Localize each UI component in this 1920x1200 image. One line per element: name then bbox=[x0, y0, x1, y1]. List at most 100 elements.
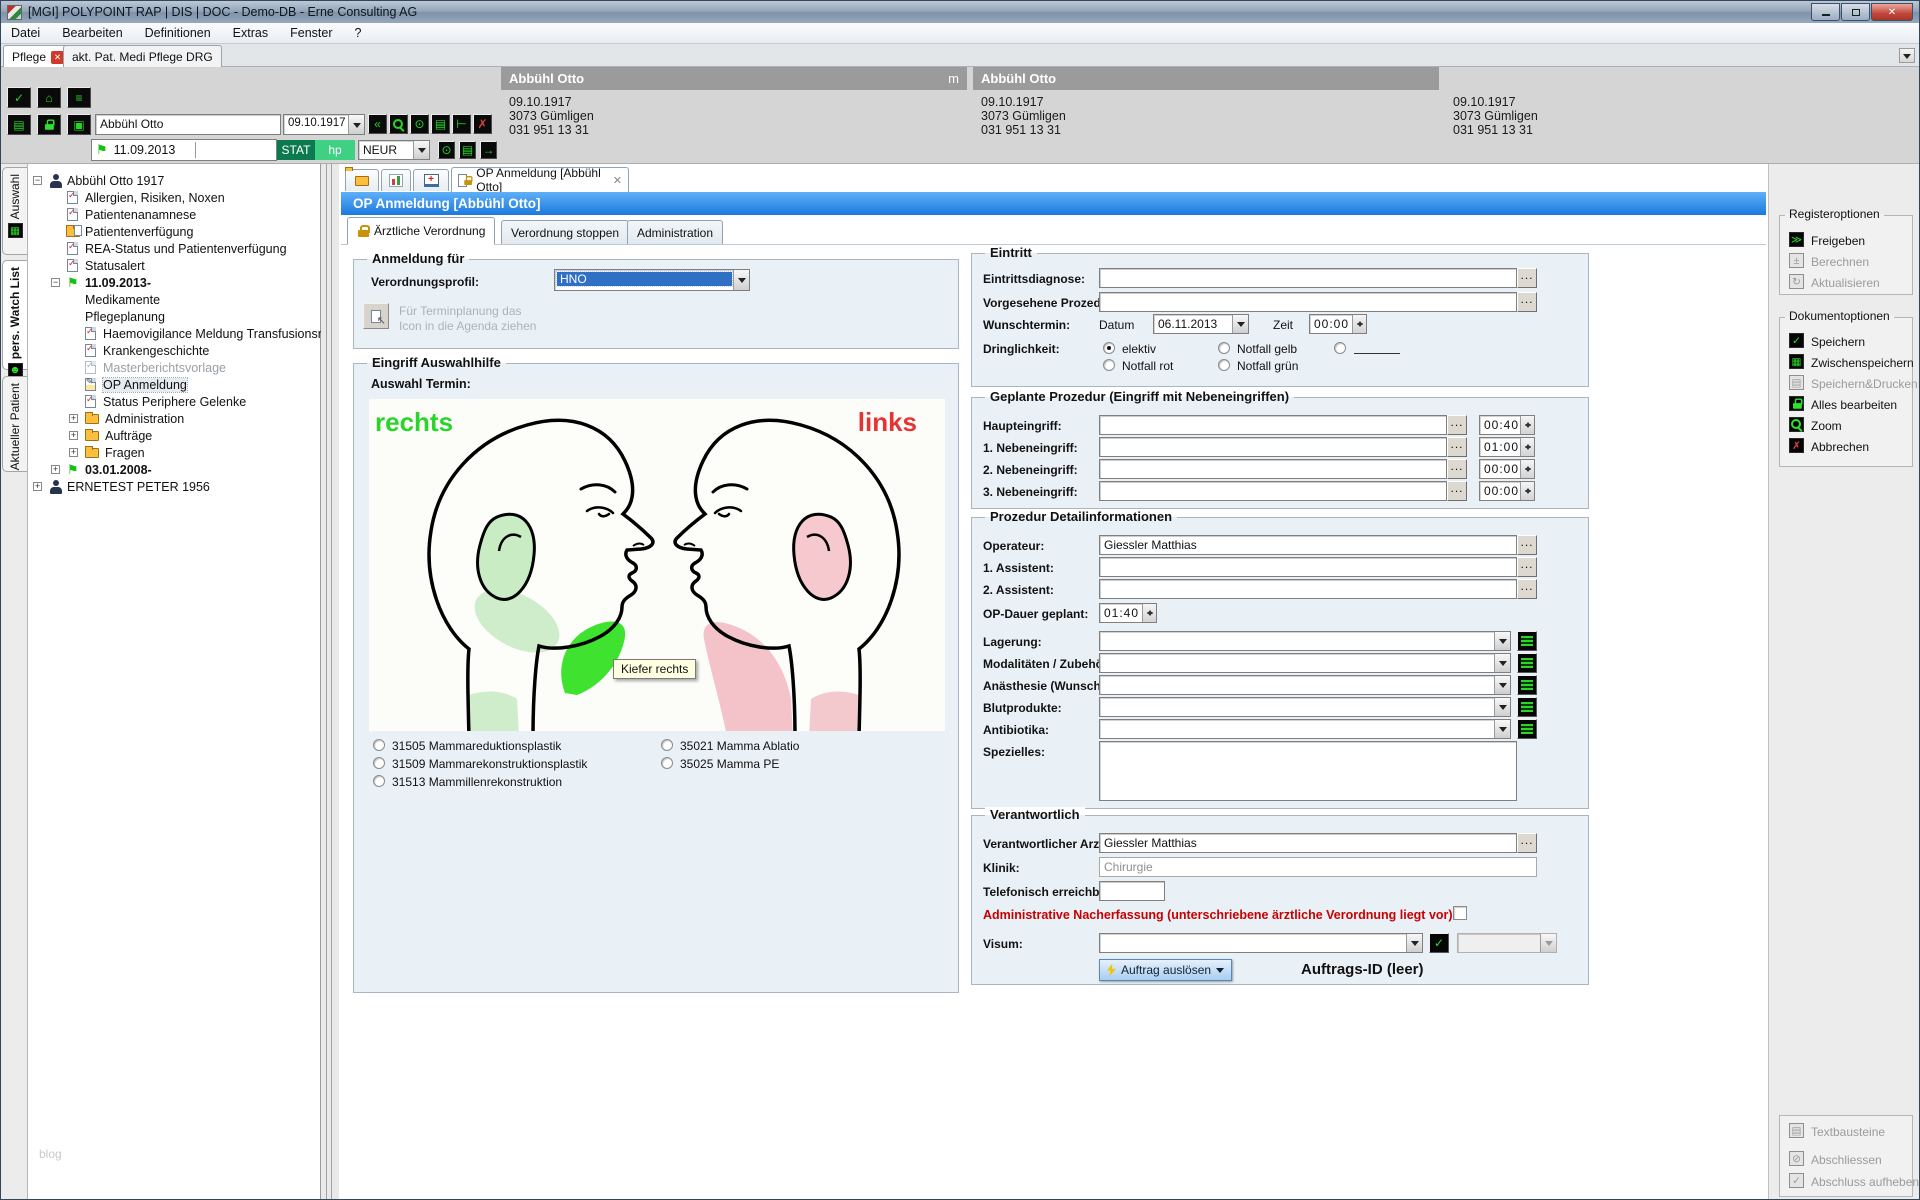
visum-confirm-button[interactable] bbox=[1429, 933, 1449, 953]
nebeneingriff1-input[interactable] bbox=[1099, 437, 1447, 457]
doctab-chart[interactable] bbox=[381, 169, 411, 191]
list-icon-button[interactable] bbox=[1517, 719, 1537, 739]
tree-icon-button[interactable] bbox=[67, 87, 91, 108]
search-icon-button[interactable] bbox=[389, 114, 408, 134]
sidetab-aktueller-patient[interactable]: Aktueller Patient bbox=[2, 376, 27, 472]
radio-notfall-gruen[interactable] bbox=[1218, 359, 1230, 371]
radio-elektiv[interactable] bbox=[1103, 342, 1115, 354]
radio-other[interactable] bbox=[1334, 342, 1346, 354]
assistent2-browse-button[interactable] bbox=[1517, 579, 1537, 599]
chevron-down-icon[interactable] bbox=[1406, 934, 1422, 952]
nebeneingriff3-input[interactable] bbox=[1099, 481, 1447, 501]
tree-item[interactable]: Statusalert bbox=[28, 258, 320, 275]
abbrechen-button[interactable]: Abbrechen bbox=[1811, 440, 1869, 454]
menu-bearbeiten[interactable]: Bearbeiten bbox=[62, 26, 122, 40]
lagerung-combo[interactable] bbox=[1099, 631, 1511, 651]
wunschtermin-datum-combo[interactable]: 06.11.2013 bbox=[1153, 314, 1249, 334]
alles-bearbeiten-button[interactable]: Alles bearbeiten bbox=[1811, 398, 1897, 412]
tree-item[interactable]: Krankengeschichte bbox=[28, 343, 320, 360]
clock-icon-button[interactable] bbox=[438, 141, 455, 159]
menu-extras[interactable]: Extras bbox=[233, 26, 268, 40]
arzt-browse-button[interactable] bbox=[1517, 833, 1537, 853]
report-icon-button[interactable] bbox=[459, 141, 476, 159]
menu-definitionen[interactable]: Definitionen bbox=[145, 26, 211, 40]
doctab-medbox[interactable] bbox=[413, 169, 449, 191]
eintrittsdiagnose-browse-button[interactable] bbox=[1517, 268, 1537, 288]
window-icon-button[interactable] bbox=[67, 114, 91, 135]
agenda-drag-icon[interactable] bbox=[363, 303, 389, 329]
doctab-folder[interactable] bbox=[345, 169, 379, 191]
doctab-op-anmeldung[interactable]: OP Anmeldung [Abbühl Otto] bbox=[451, 167, 629, 192]
nebeneingriff1-time-spinner[interactable]: 01:00 bbox=[1479, 437, 1535, 457]
zwischenspeichern-button[interactable]: Zwischenspeichern bbox=[1811, 356, 1914, 370]
zoom-button[interactable]: Zoom bbox=[1811, 419, 1842, 433]
radio-31513[interactable] bbox=[373, 775, 385, 787]
tree-item[interactable]: Fragen bbox=[28, 445, 320, 462]
formtab-administration[interactable]: Administration bbox=[627, 220, 723, 245]
tree-item[interactable]: 11.09.2013- bbox=[28, 275, 320, 292]
assistent2-input[interactable] bbox=[1099, 579, 1517, 599]
chevron-down-icon[interactable] bbox=[1232, 315, 1248, 333]
vorgesehene-prozedur-input[interactable] bbox=[1099, 292, 1517, 312]
operateur-browse-button[interactable] bbox=[1517, 535, 1537, 555]
tree-item[interactable]: Administration bbox=[28, 411, 320, 428]
anaesthesie-combo[interactable] bbox=[1099, 675, 1511, 695]
tree-item[interactable]: Patientenanamnese bbox=[28, 207, 320, 224]
eintrittsdiagnose-input[interactable] bbox=[1099, 268, 1517, 288]
maximize-button[interactable] bbox=[1841, 3, 1870, 21]
radio-31505[interactable] bbox=[373, 739, 385, 751]
assistent1-input[interactable] bbox=[1099, 557, 1517, 577]
patient-search-input[interactable]: Abbühl Otto bbox=[95, 114, 281, 135]
chevron-down-icon[interactable] bbox=[413, 141, 429, 159]
home-icon-button[interactable] bbox=[37, 87, 61, 108]
confirm-icon-button[interactable] bbox=[7, 87, 31, 108]
formtab-aerztliche-verordnung[interactable]: Ärztliche Verordnung bbox=[347, 217, 495, 245]
tree-item[interactable]: Medikamente bbox=[28, 292, 320, 309]
freigeben-button[interactable]: Freigeben bbox=[1811, 234, 1865, 248]
back-arrows-icon-button[interactable] bbox=[368, 114, 387, 134]
radio-35021[interactable] bbox=[661, 739, 673, 751]
telefon-input[interactable] bbox=[1099, 881, 1165, 901]
tree-item[interactable]: Patientenverfügung bbox=[28, 224, 320, 241]
auftrag-ausloesen-button[interactable]: Auftrag auslösen bbox=[1099, 959, 1232, 981]
tree-expander[interactable] bbox=[69, 414, 78, 423]
close-doctab-icon[interactable] bbox=[613, 174, 622, 187]
tree-expander[interactable] bbox=[33, 176, 42, 185]
op-dauer-spinner[interactable]: 01:40 bbox=[1099, 603, 1157, 623]
radio-notfall-rot[interactable] bbox=[1103, 359, 1115, 371]
birthdate-combo[interactable]: 09.10.1917 bbox=[283, 114, 365, 135]
tree-item[interactable]: ERNETEST PETER 1956 bbox=[28, 479, 320, 496]
lock-icon-button[interactable] bbox=[37, 114, 61, 135]
forward-icon-button[interactable] bbox=[480, 141, 497, 159]
minimize-button[interactable] bbox=[1811, 3, 1840, 21]
tab-akt-pat-medi-pflege-drg[interactable]: akt. Pat. Medi Pflege DRG bbox=[63, 45, 222, 67]
list-icon-button[interactable] bbox=[1517, 631, 1537, 651]
document-icon-button[interactable] bbox=[7, 114, 31, 135]
bed-icon-button[interactable] bbox=[452, 114, 471, 134]
haupteingriff-time-spinner[interactable]: 00:40 bbox=[1479, 415, 1535, 435]
chevron-down-icon[interactable] bbox=[733, 270, 749, 290]
list-icon-button[interactable] bbox=[1517, 675, 1537, 695]
modalitaeten-combo[interactable] bbox=[1099, 653, 1511, 673]
visum-combo[interactable] bbox=[1099, 933, 1423, 953]
panel-splitter[interactable] bbox=[321, 164, 339, 1199]
arzt-input[interactable]: Giessler Matthias bbox=[1099, 833, 1517, 853]
chevron-down-icon[interactable] bbox=[1494, 654, 1510, 672]
chevron-down-icon[interactable] bbox=[348, 115, 364, 134]
tab-overflow-chevron[interactable] bbox=[1899, 48, 1915, 63]
chevron-down-icon[interactable] bbox=[1494, 676, 1510, 694]
tree-expander[interactable] bbox=[51, 465, 60, 474]
nebeneingriff2-browse-button[interactable] bbox=[1447, 459, 1467, 479]
report-icon-button[interactable] bbox=[431, 114, 450, 134]
spezielles-textarea[interactable] bbox=[1099, 741, 1517, 801]
tree-item-op-anmeldung[interactable]: OP Anmeldung bbox=[28, 377, 320, 394]
nebeneingriff1-browse-button[interactable] bbox=[1447, 437, 1467, 457]
tree-item[interactable]: Pflegeplanung bbox=[28, 309, 320, 326]
chevron-down-icon[interactable] bbox=[1494, 720, 1510, 738]
assistent1-browse-button[interactable] bbox=[1517, 557, 1537, 577]
tree-item[interactable]: Aufträge bbox=[28, 428, 320, 445]
tree-item[interactable]: Haemovigilance Meldung Transfusionsreakt… bbox=[28, 326, 320, 343]
cancel-icon-button[interactable] bbox=[473, 114, 492, 134]
tree-expander[interactable] bbox=[33, 482, 42, 491]
tree-item[interactable]: 03.01.2008- bbox=[28, 462, 320, 479]
